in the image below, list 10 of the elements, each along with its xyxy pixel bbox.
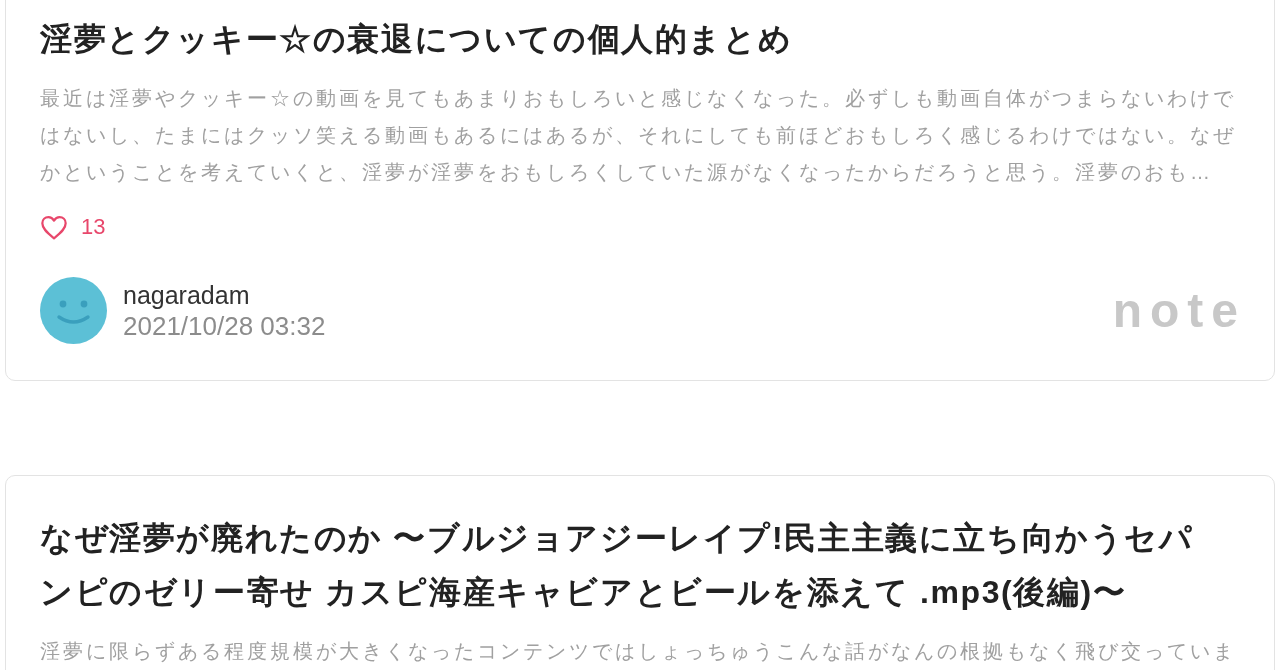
article-excerpt: 淫夢に限らずある程度規模が大きくなったコンテンツではしょっちゅうこんな話がなんの根拠もなく飛び交っていま xyxy=(40,639,1237,664)
article-title: なぜ淫夢が廃れたのか 〜ブルジョアジーレイプ!民主主義に立ち向かうセパンピのゼリー寄せ カスピ海産キャビアとビールを添えて .mp3(後編)〜 xyxy=(40,519,1195,612)
smiley-avatar-icon xyxy=(40,277,107,344)
article-card[interactable]: なぜ淫夢が廃れたのか 〜ブルジョアジーレイプ!民主主義に立ち向かうセパンピのゼリー寄せ カスピ海産キャビアとビールを添えて .mp3(後編)〜 淫夢に限らずある程度規模が大きくなったコンテンツではしょっちゅうこんな話がなんの根拠もなく飛び交っていま xyxy=(5,475,1275,670)
article-excerpt: 最近は淫夢やクッキー☆の動画を見てもあまりおもしろいと感じなくなった。必ずしも動画自体がつまらないわけではないし、たまにはクッソ笑える動画もあるにはあるが、それにしても前ほどおもしろく感じるわけではない。なぜかということを考えていくと、淫夢が淫夢をおもしろくしていた源がなくなったからだろうと思う。淫夢のおも… xyxy=(40,86,1237,185)
author-name: nagaradam xyxy=(123,279,251,310)
article-card[interactable] xyxy=(5,0,1275,381)
like-button[interactable]: 13 xyxy=(40,213,106,241)
article-title: 淫夢とクッキー☆の衰退についての個人的まとめ xyxy=(40,20,794,59)
post-date: 2021/10/28 03:32 xyxy=(123,309,326,342)
